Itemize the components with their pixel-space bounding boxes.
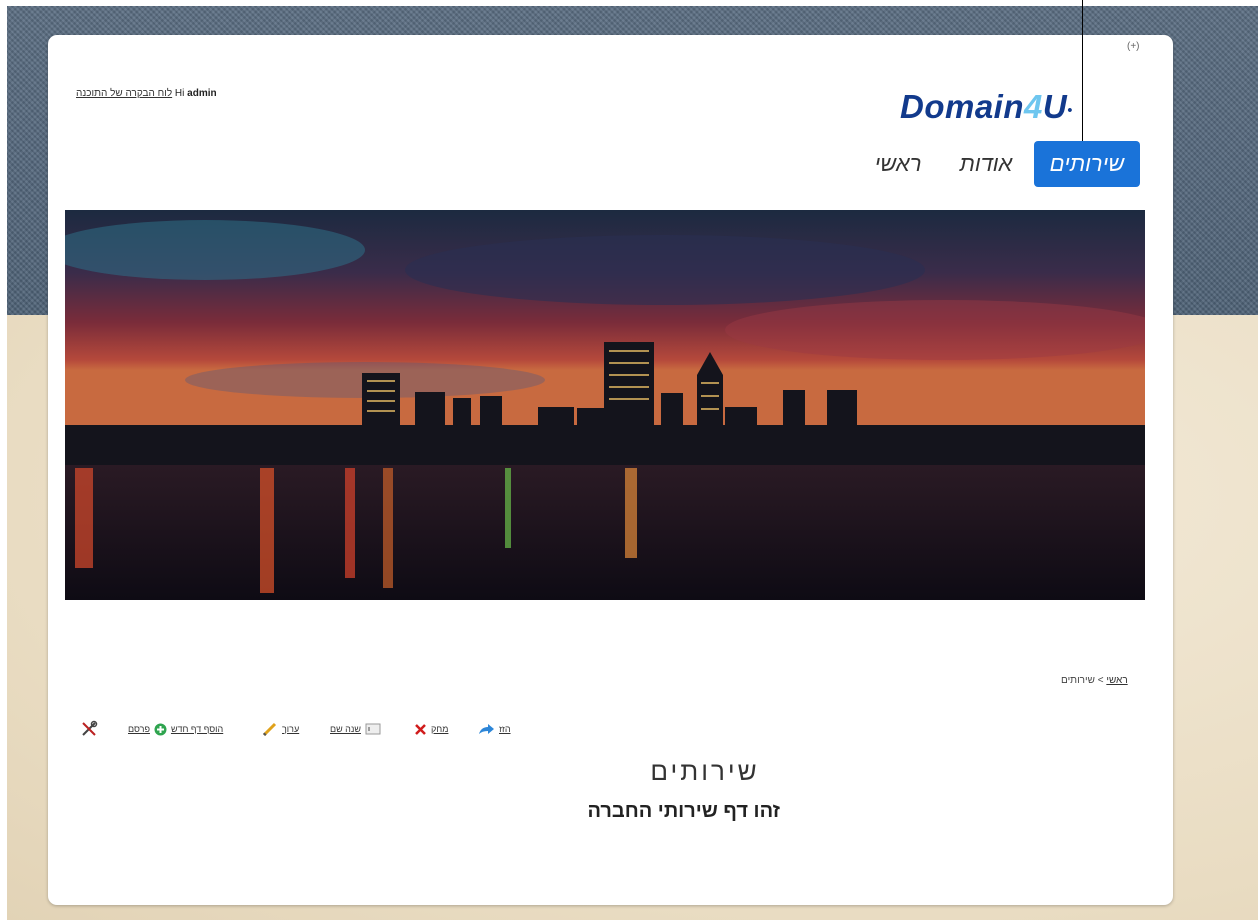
admin-panel-link[interactable]: לוח הבקרה של התוכנה <box>76 88 172 99</box>
breadcrumb-home-link[interactable]: ראשי <box>1106 675 1127 686</box>
page-title: שירותים <box>650 756 760 786</box>
move-label: הזז <box>499 724 511 734</box>
page-subtitle: זהו דף שירותי החברה <box>587 800 780 822</box>
delete-button[interactable]: מחק <box>414 718 448 740</box>
breadcrumb-separator: > <box>1097 675 1104 686</box>
add-page-label: הוסף דף חדש <box>170 724 224 734</box>
top-frame-strip <box>0 0 1258 6</box>
site-logo[interactable]: Domain4U• <box>900 88 1073 126</box>
save-label: פרסם <box>128 724 150 734</box>
username: admin <box>187 88 217 99</box>
add-circle-icon <box>154 723 167 735</box>
move-arrow-icon <box>479 723 494 734</box>
breadcrumb: ראשי > שירותים <box>1061 675 1128 686</box>
move-button[interactable]: הזז <box>478 718 511 740</box>
greeting-hi: Hi <box>174 88 185 99</box>
logo-text-domain: Domain <box>900 88 1025 125</box>
logo-dot: • <box>1067 101 1073 118</box>
pencil-icon <box>262 722 277 737</box>
rename-icon <box>365 723 381 735</box>
nav-item-services[interactable]: שירותים <box>1034 141 1140 187</box>
tools-button[interactable] <box>80 718 98 740</box>
tools-icon <box>82 720 98 736</box>
hero-banner-image <box>65 210 1145 600</box>
city-skyline-illustration <box>65 210 1145 600</box>
edit-button[interactable]: ערוך <box>262 718 299 740</box>
pointer-line <box>1082 0 1083 150</box>
delete-label: מחק <box>431 724 449 734</box>
delete-icon <box>415 723 426 735</box>
rename-button[interactable]: שנה שם <box>330 718 381 740</box>
logo-text-u: U <box>1042 88 1068 125</box>
edit-label: ערוך <box>282 724 300 734</box>
nav-item-about[interactable]: אודות <box>946 141 1026 187</box>
save-button[interactable]: פרסם הוסף דף חדש <box>128 718 223 740</box>
logo-text-four: 4 <box>1024 88 1043 125</box>
user-greeting: לוח הבקרה של התוכנה Hi admin <box>76 88 217 99</box>
rename-label: שנה שם <box>330 724 361 734</box>
left-frame-strip <box>0 0 7 920</box>
nav-item-home[interactable]: ראשי <box>860 141 936 187</box>
breadcrumb-current: שירותים <box>1061 675 1095 686</box>
expand-toggle[interactable]: (+) <box>1127 41 1140 52</box>
